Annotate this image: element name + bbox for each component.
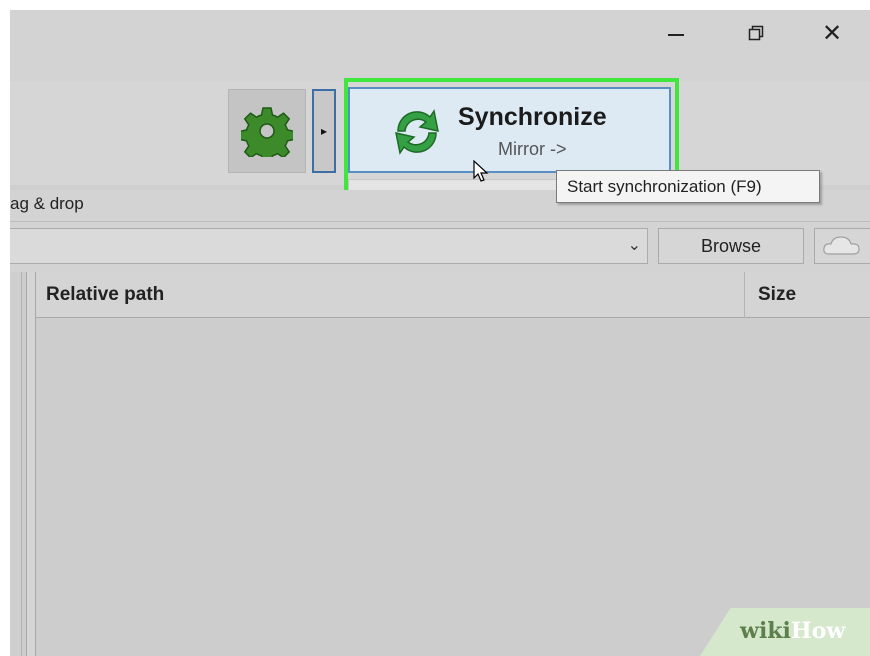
cloud-button[interactable] [814,228,870,264]
close-button[interactable]: ✕ [804,10,860,56]
mouse-cursor-icon [473,160,489,182]
watermark-part2: How [790,618,846,644]
expand-arrow-button[interactable]: ▸ [312,89,336,173]
grid-left-column [10,272,22,656]
grid-header: Relative path Size [36,272,870,318]
app-window: ✕ ▸ Synchronize Mirror -> Start synchron… [10,10,870,656]
chevron-down-icon: ⌄ [627,235,641,254]
restore-icon [748,25,764,41]
minimize-button[interactable] [648,10,704,56]
column-header-size[interactable]: Size [758,284,796,306]
watermark-text: wikiHow [740,618,845,644]
cloud-icon [823,236,860,255]
drag-drop-label: ag & drop [10,194,84,213]
title-bar: ✕ [10,10,870,81]
folder-path-combobox[interactable]: ⌄ [10,228,648,264]
expand-arrow-icon: ▸ [320,124,328,138]
file-grid[interactable]: Relative path Size [10,272,870,656]
gear-icon [241,107,293,157]
close-icon: ✕ [821,19,843,47]
grid-splitter[interactable] [26,272,36,656]
watermark-part1: wiki [740,618,791,644]
restore-button[interactable] [728,10,784,56]
browse-button[interactable]: Browse [658,228,804,264]
tooltip-text: Start synchronization (F9) [567,177,762,196]
tooltip: Start synchronization (F9) [556,170,820,203]
settings-button[interactable] [228,89,306,173]
column-divider[interactable] [744,272,745,318]
minimize-icon [668,34,684,36]
column-header-relative-path[interactable]: Relative path [46,284,164,306]
folder-row: ⌄ Browse [10,222,870,272]
